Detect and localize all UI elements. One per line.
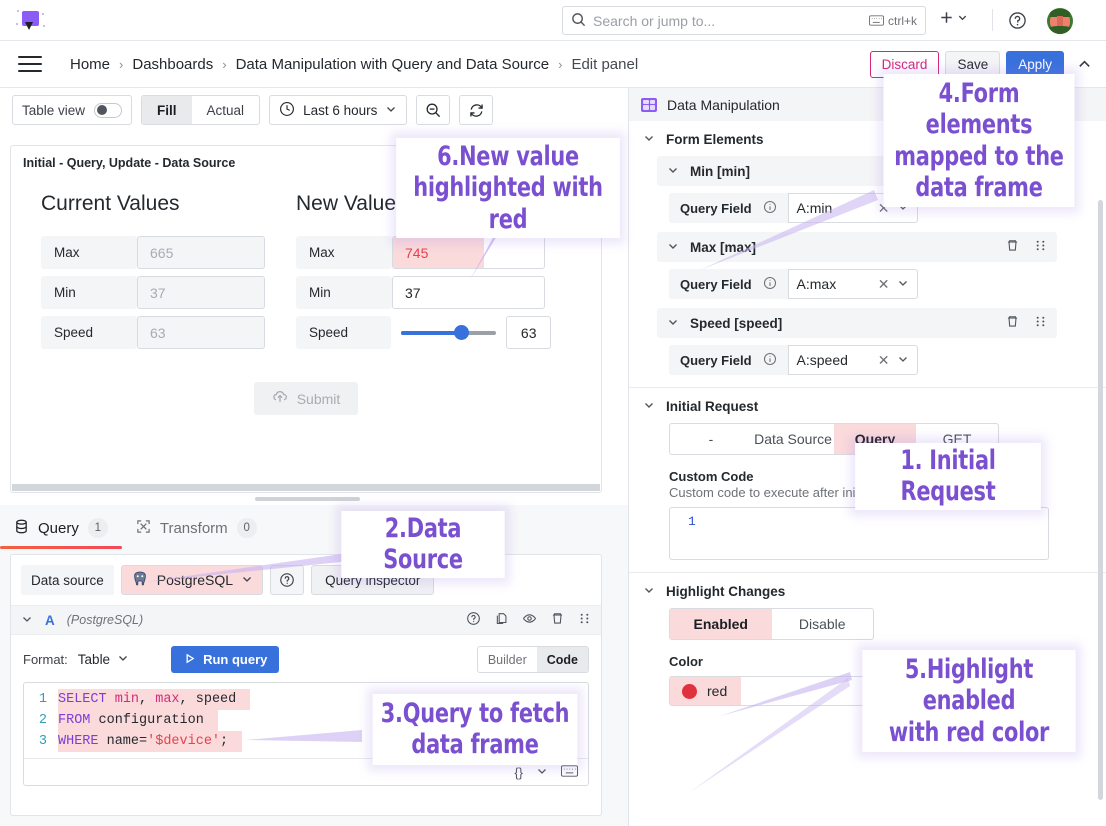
annotation-5-highlight: 5.Highlight enabled with red color [862, 650, 1076, 752]
annotation-1-initial-request: 1. Initial Request [855, 443, 1041, 510]
annotation-3-query: 3.Query to fetch data frame [372, 694, 578, 765]
annotation-4-form-elements: 4.Form elements mapped to the data frame [883, 74, 1075, 208]
annotation-6-new-value: 6.New value highlighted with red [396, 138, 620, 238]
annotation-2-data-source: 2.Data Source [341, 511, 505, 578]
